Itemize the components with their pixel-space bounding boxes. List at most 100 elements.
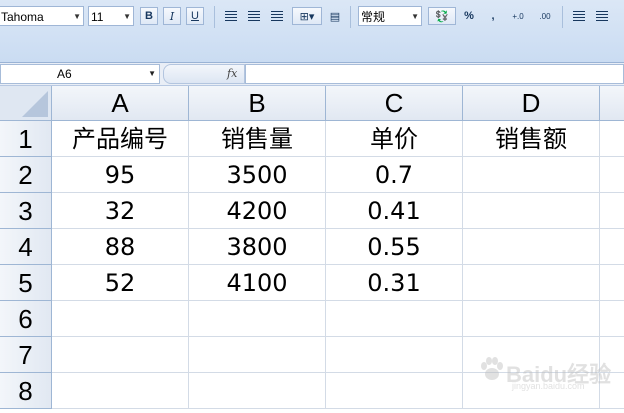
cell-c4[interactable]: 0.55 [326, 229, 463, 265]
row-header-7[interactable]: 7 [0, 337, 52, 373]
font-size-select[interactable]: 11 ▼ [88, 6, 134, 26]
decrease-decimal-label: .00 [539, 11, 551, 21]
decrease-indent-icon [573, 11, 585, 21]
cell-b6[interactable] [189, 301, 326, 337]
comma-style-button[interactable]: , [484, 7, 502, 25]
currency-format-button[interactable]: 💱 [428, 7, 456, 25]
italic-button[interactable]: I [163, 7, 181, 25]
percent-style-button[interactable]: % [460, 7, 478, 25]
baidu-watermark: Baidu经验 jingyan.baidu.com [478, 351, 624, 391]
cell-a4[interactable]: 88 [52, 229, 189, 265]
wrap-text-icon: ▤ [329, 10, 341, 23]
align-left-button[interactable] [222, 7, 240, 25]
select-all-icon [22, 91, 48, 117]
row-header-4[interactable]: 4 [0, 229, 52, 265]
cell-b5[interactable]: 4100 [189, 265, 326, 301]
insert-function-button[interactable]: fx [227, 67, 237, 80]
cell-c6[interactable] [326, 301, 463, 337]
wrap-text-button[interactable]: ▤ [326, 7, 344, 25]
row-header-3[interactable]: 3 [0, 193, 52, 229]
cell-c8[interactable] [326, 373, 463, 409]
row-header-8[interactable]: 8 [0, 373, 52, 409]
underline-label: U [191, 10, 199, 22]
increase-decimal-label: +.0 [512, 11, 524, 21]
cell-b7[interactable] [189, 337, 326, 373]
merge-center-button[interactable]: ⊞▾ [292, 7, 322, 25]
select-all-button[interactable] [0, 86, 52, 121]
cell-c7[interactable] [326, 337, 463, 373]
row-header-2[interactable]: 2 [0, 157, 52, 193]
cell-a3[interactable]: 32 [52, 193, 189, 229]
cell-a1[interactable]: 产品编号 [52, 121, 189, 157]
align-center-button[interactable] [245, 7, 263, 25]
bold-button[interactable]: B [140, 7, 158, 25]
cell-c5[interactable]: 0.31 [326, 265, 463, 301]
align-right-button[interactable] [268, 7, 286, 25]
column-header-a[interactable]: A [52, 86, 189, 121]
underline-button[interactable]: U [186, 7, 204, 25]
cell-c1[interactable]: 单价 [326, 121, 463, 157]
cell-a5[interactable]: 52 [52, 265, 189, 301]
chevron-down-icon: ▼ [411, 12, 419, 21]
cell-b1[interactable]: 销售量 [189, 121, 326, 157]
name-box-value: A6 [57, 67, 72, 81]
comma-label: , [491, 10, 495, 22]
font-name-select[interactable]: Tahoma ▼ [0, 6, 84, 26]
align-center-icon [248, 11, 260, 21]
cell-d4[interactable] [463, 229, 600, 265]
cell-partial[interactable] [600, 193, 624, 229]
chevron-down-icon: ▼ [148, 69, 156, 78]
increase-indent-icon [596, 11, 608, 21]
italic-label: I [169, 9, 175, 23]
column-header-partial[interactable] [600, 86, 624, 121]
ribbon-separator [562, 6, 563, 28]
row-header-6[interactable]: 6 [0, 301, 52, 337]
column-header-b[interactable]: B [189, 86, 326, 121]
increase-decimal-button[interactable]: +.0 [506, 7, 530, 25]
decrease-indent-button[interactable] [570, 7, 588, 25]
cell-partial[interactable] [600, 229, 624, 265]
cell-partial[interactable] [600, 157, 624, 193]
cell-d3[interactable] [463, 193, 600, 229]
cell-b3[interactable]: 4200 [189, 193, 326, 229]
cell-partial[interactable] [600, 301, 624, 337]
ribbon-separator [214, 6, 215, 28]
cell-a2[interactable]: 95 [52, 157, 189, 193]
column-header-c[interactable]: C [326, 86, 463, 121]
formula-bar: A6 ▼ fx [0, 63, 624, 86]
ribbon-toolbar: Tahoma ▼ 11 ▼ B I U ⊞▾ ▤ 常规 ▼ 💱 % , +.0 … [0, 0, 624, 63]
cell-c2[interactable]: 0.7 [326, 157, 463, 193]
number-format-select[interactable]: 常规 ▼ [358, 6, 422, 26]
formula-input[interactable] [245, 64, 624, 84]
row-header-1[interactable]: 1 [0, 121, 52, 157]
cell-a8[interactable] [52, 373, 189, 409]
font-name-value: Tahoma [1, 10, 44, 24]
chevron-down-icon: ▼ [123, 12, 131, 21]
number-format-value: 常规 [361, 10, 386, 24]
row-header-5[interactable]: 5 [0, 265, 52, 301]
align-left-icon [225, 11, 237, 21]
chevron-down-icon: ▼ [73, 12, 81, 21]
increase-indent-button[interactable] [593, 7, 611, 25]
column-header-d[interactable]: D [463, 86, 600, 121]
cell-partial[interactable] [600, 265, 624, 301]
paw-logo-icon [481, 357, 503, 380]
merge-center-icon: ⊞▾ [299, 10, 315, 23]
percent-label: % [464, 10, 474, 22]
bold-label: B [145, 10, 153, 22]
currency-icon: 💱 [435, 10, 449, 23]
font-size-value: 11 [91, 10, 104, 24]
cell-a7[interactable] [52, 337, 189, 373]
cell-d6[interactable] [463, 301, 600, 337]
cell-b4[interactable]: 3800 [189, 229, 326, 265]
cell-d1[interactable]: 销售额 [463, 121, 600, 157]
cell-d5[interactable] [463, 265, 600, 301]
cell-b2[interactable]: 3500 [189, 157, 326, 193]
cell-partial[interactable] [600, 121, 624, 157]
cell-c3[interactable]: 0.41 [326, 193, 463, 229]
cell-a6[interactable] [52, 301, 189, 337]
cell-b8[interactable] [189, 373, 326, 409]
decrease-decimal-button[interactable]: .00 [533, 7, 557, 25]
cell-d2[interactable] [463, 157, 600, 193]
name-box[interactable]: A6 ▼ [0, 64, 160, 84]
